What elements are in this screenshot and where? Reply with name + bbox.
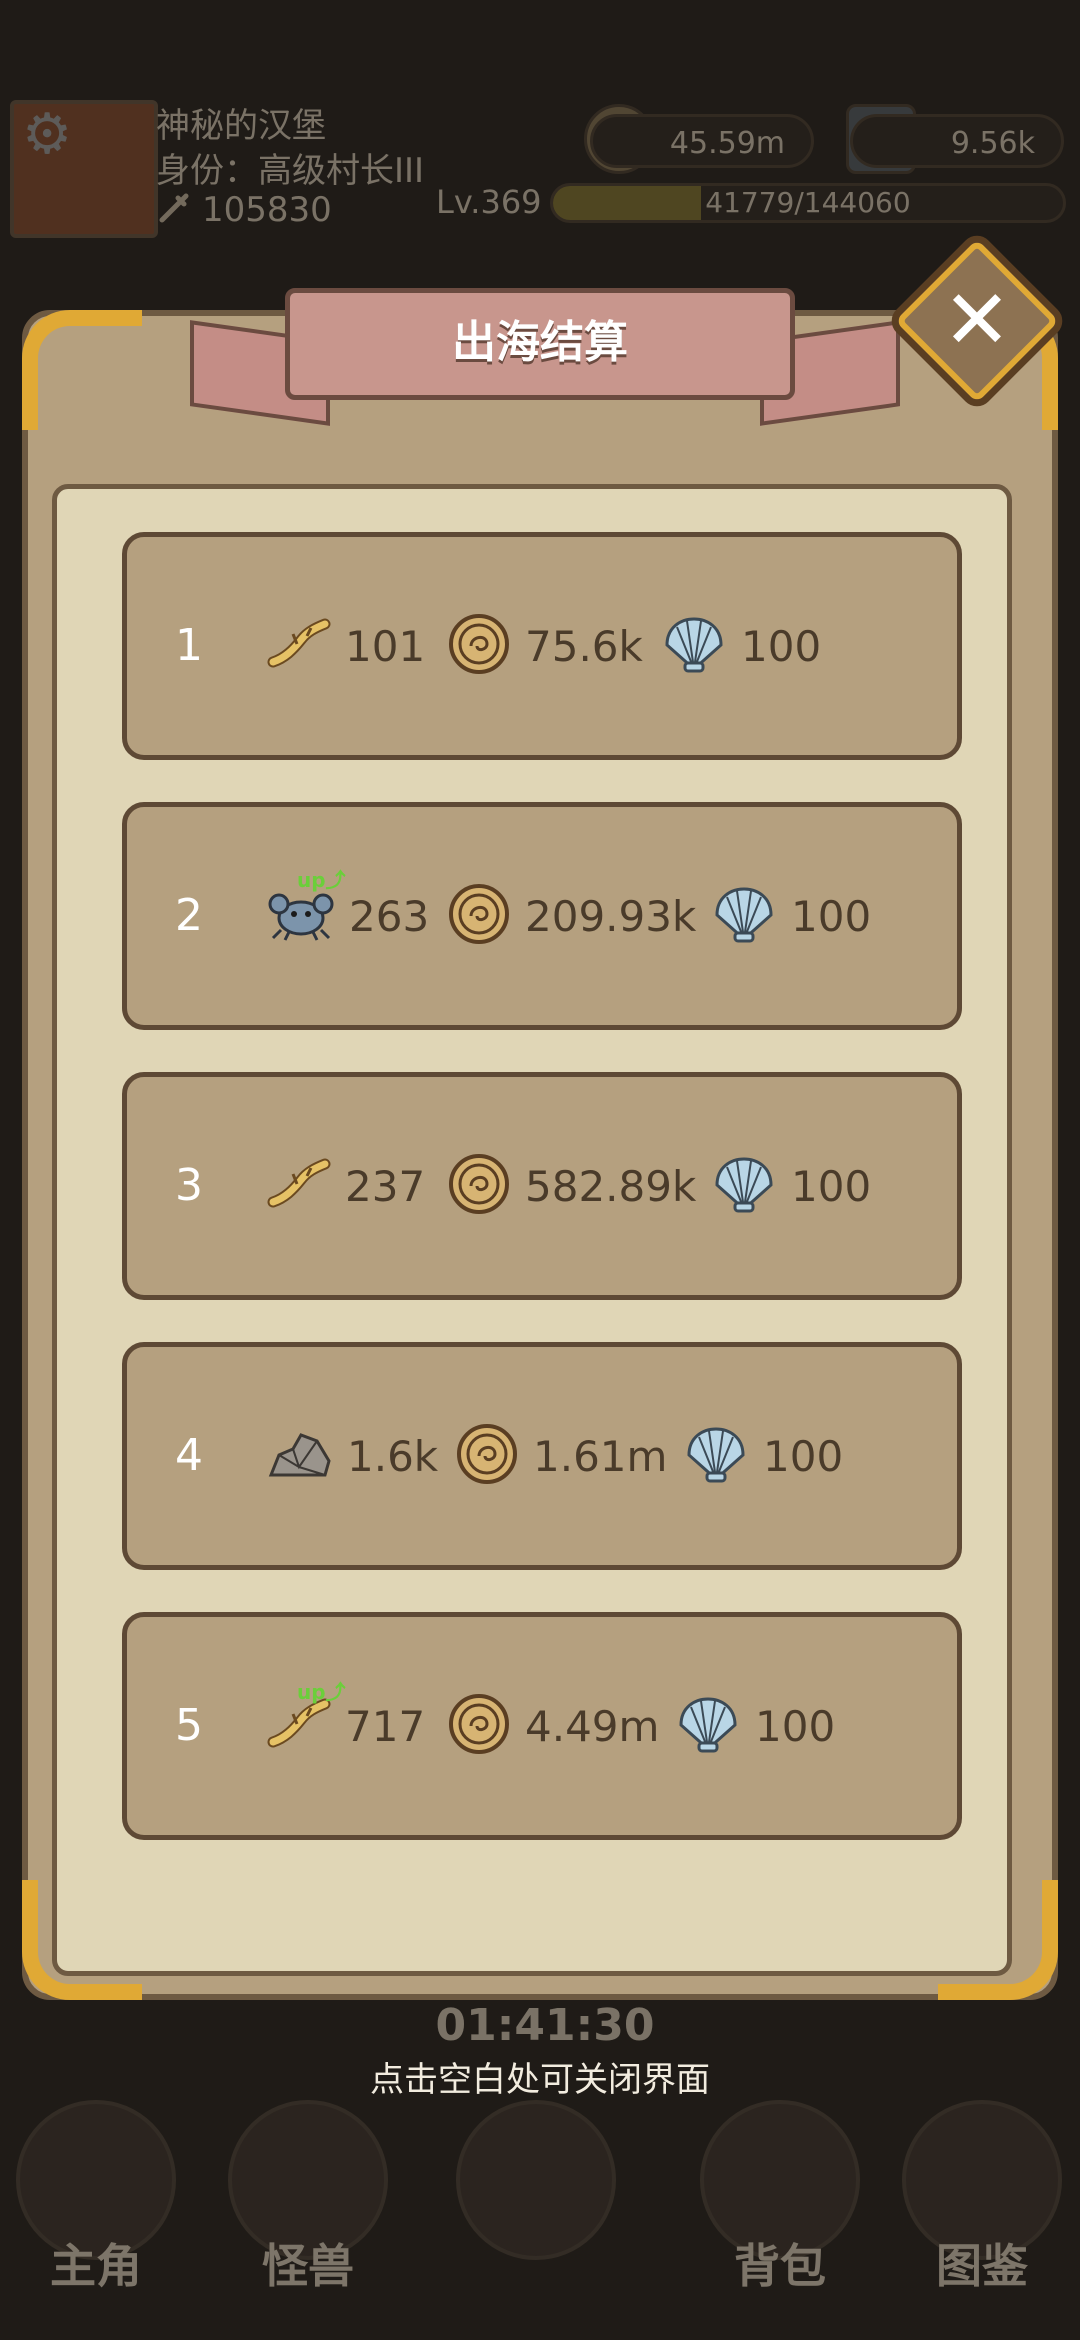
row-number: 1	[175, 620, 203, 671]
shell-value: 100	[763, 1431, 844, 1481]
reward-row: 4 1.6k 1.61m 100	[122, 1342, 962, 1570]
item-value: 717	[345, 1701, 426, 1751]
shell-value: 100	[755, 1701, 836, 1751]
xp-bar: 41779/144060	[550, 183, 1066, 223]
coin-value: 4.49m	[525, 1701, 660, 1751]
up-badge: up⤴	[297, 868, 346, 892]
item-value-group: 237	[267, 1077, 425, 1295]
corner-trim	[938, 1880, 1058, 2000]
bottom-nav: 主角 怪兽 背包 图鉴	[0, 2080, 1080, 2340]
shell-value-group: 100	[683, 1347, 843, 1565]
coin-value-group: 75.6k	[447, 537, 643, 755]
shell-icon	[661, 615, 727, 677]
reward-row: 5 up⤴ 717 4.49m 100	[122, 1612, 962, 1840]
power-value: 105830	[202, 190, 332, 230]
shell-value-group: 100	[711, 807, 871, 1025]
shell-value-group: 100	[661, 537, 821, 755]
item-value: 1.6k	[347, 1431, 439, 1481]
coin-icon	[447, 882, 511, 950]
root-icon	[267, 1158, 331, 1214]
player-rank: 身份：高级村长III	[156, 151, 425, 191]
coin-value: 1.61m	[533, 1431, 668, 1481]
nav-bag[interactable]: 背包	[690, 2080, 870, 2293]
shell-icon	[711, 885, 777, 947]
item-value: 263	[349, 891, 430, 941]
shell-icon	[683, 1425, 749, 1487]
item-value-group: 101	[267, 537, 425, 755]
shell-value: 100	[791, 891, 872, 941]
nav-hero-label: 主角	[50, 2239, 142, 2293]
coin-value: 582.89k	[525, 1161, 697, 1211]
coin-icon	[455, 1422, 519, 1490]
reward-row: 2 up⤴ 263 209.93k 100	[122, 802, 962, 1030]
corner-trim	[22, 310, 142, 430]
row-number: 4	[175, 1430, 203, 1481]
timer: 01:41:30	[435, 2000, 655, 2051]
gear-icon[interactable]: ⚙	[22, 102, 72, 167]
gold-counter: 45.59m	[590, 114, 814, 168]
shell-icon	[711, 1155, 777, 1217]
corner-trim	[22, 1880, 142, 2000]
barrel-icon	[456, 2100, 616, 2260]
coin-icon	[447, 612, 511, 680]
shell-value-group: 100	[675, 1617, 835, 1835]
item-value: 101	[345, 621, 426, 671]
item-value-group: 1.6k	[267, 1347, 438, 1565]
up-badge: up⤴	[297, 1680, 346, 1704]
shell-value: 100	[791, 1161, 872, 1211]
close-icon[interactable]: ✕	[912, 256, 1042, 386]
player-name: 神秘的汉堡	[156, 106, 326, 146]
ore-icon	[267, 1427, 333, 1485]
coin-icon	[447, 1692, 511, 1760]
power-icon	[159, 193, 189, 223]
close-hint: 点击空白处可关闭界面	[370, 2060, 710, 2100]
coin-value-group: 4.49m	[447, 1617, 659, 1835]
dialog-title: 出海结算	[452, 317, 628, 368]
nav-codex[interactable]: 图鉴	[892, 2080, 1072, 2293]
nav-codex-label: 图鉴	[936, 2239, 1028, 2293]
item-value: 237	[345, 1161, 426, 1211]
nav-hero[interactable]: 主角	[6, 2080, 186, 2293]
nav-bag-label: 背包	[734, 2239, 826, 2293]
shell-icon	[675, 1695, 741, 1757]
root-icon	[267, 618, 331, 674]
shell-value-group: 100	[711, 1077, 871, 1295]
row-number: 3	[175, 1160, 203, 1211]
gem-counter: 9.56k	[850, 114, 1064, 168]
nav-center[interactable]	[446, 2080, 626, 2280]
coin-value-group: 582.89k	[447, 1077, 696, 1295]
row-number: 2	[175, 890, 203, 941]
reward-row: 1 101 75.6k 100	[122, 532, 962, 760]
title-ribbon: 出海结算	[285, 288, 795, 400]
coin-value-group: 1.61m	[455, 1347, 667, 1565]
nav-monster-label: 怪兽	[262, 2239, 354, 2293]
item-value-group: up⤴ 263	[267, 807, 429, 1025]
shell-value: 100	[741, 621, 822, 671]
xp-text: 41779/144060	[705, 186, 911, 219]
item-value-group: up⤴ 717	[267, 1617, 425, 1835]
coin-icon	[447, 1152, 511, 1220]
row-number: 5	[175, 1700, 203, 1751]
crab-icon: up⤴	[267, 868, 346, 946]
avatar[interactable]: ⚙	[10, 100, 158, 238]
top-hud: ⚙ 神秘的汉堡 身份：高级村长III 105830 45.59m 9.56k L…	[0, 0, 1080, 260]
player-level: Lv.369	[436, 183, 542, 221]
coin-value: 209.93k	[525, 891, 697, 941]
nav-monster[interactable]: 怪兽	[218, 2080, 398, 2293]
reward-row: 3 237 582.89k 100	[122, 1072, 962, 1300]
coin-value-group: 209.93k	[447, 807, 696, 1025]
root-icon: up⤴	[267, 1680, 346, 1754]
coin-value: 75.6k	[525, 621, 643, 671]
